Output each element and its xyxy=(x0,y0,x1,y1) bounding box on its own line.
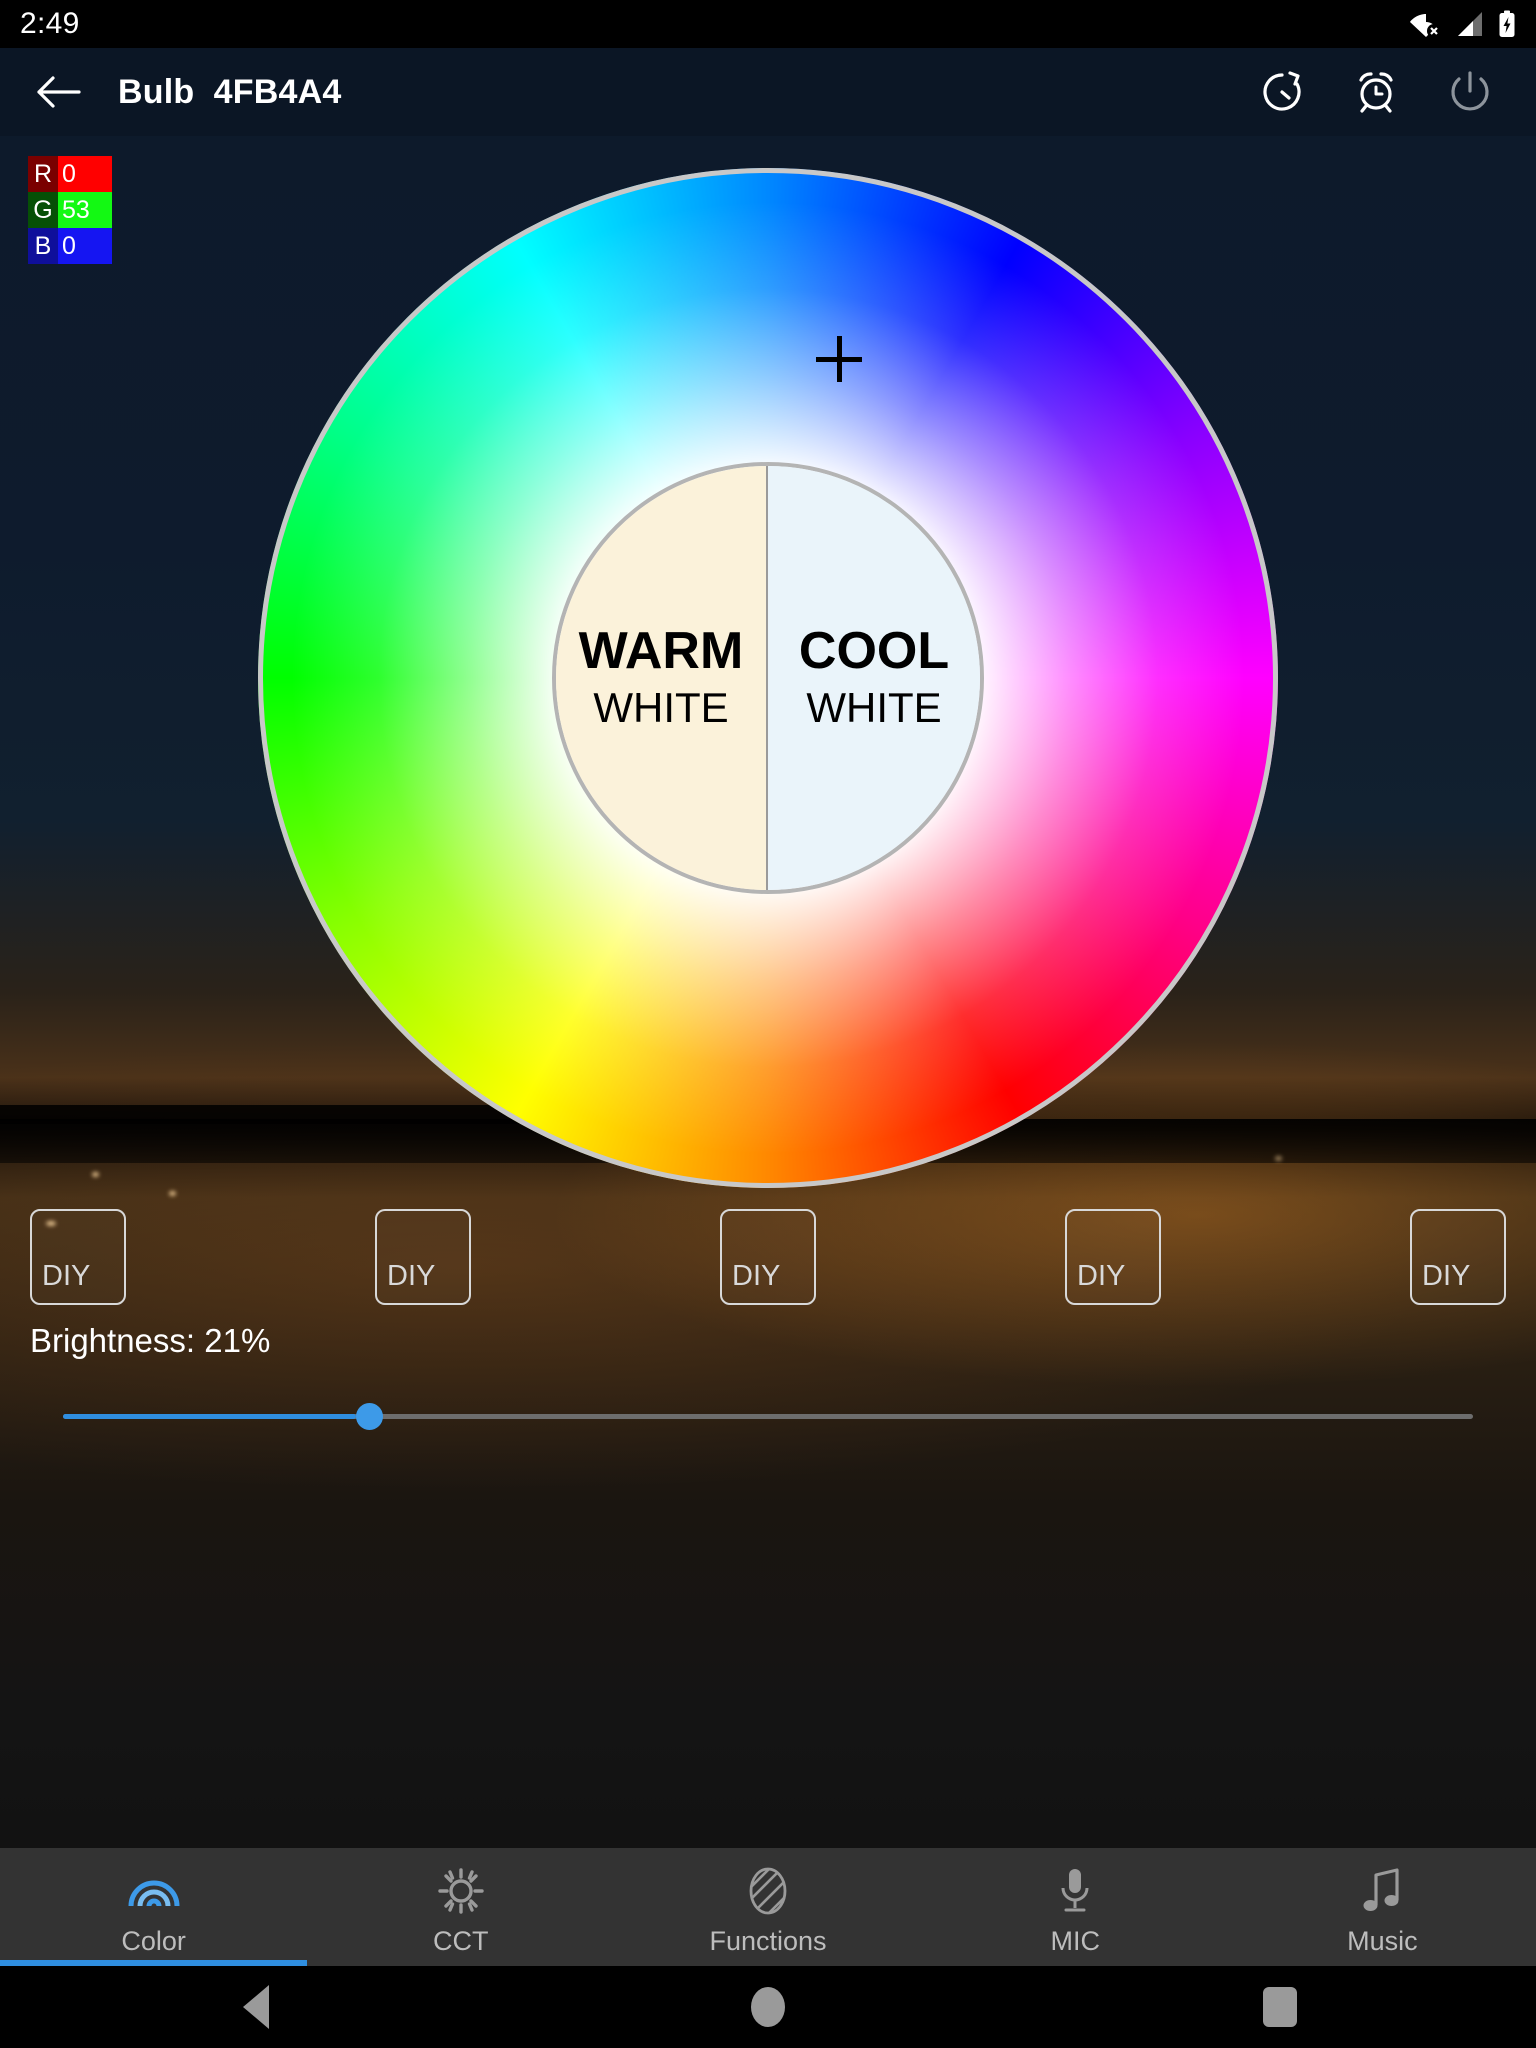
white-mode-selector: WARM WHITE COOL WHITE xyxy=(552,462,984,894)
warm-white-subtitle: WHITE xyxy=(593,684,729,732)
rgb-row-green: G 53 xyxy=(28,192,112,228)
music-note-icon xyxy=(1361,1864,1403,1918)
hatched-oval-icon xyxy=(748,1864,788,1918)
tab-music[interactable]: Music xyxy=(1229,1848,1536,1966)
tab-cct[interactable]: CCT xyxy=(307,1848,614,1966)
android-nav-bar xyxy=(0,1966,1536,2048)
brightness-control: Brightness: 21% xyxy=(0,1322,1536,1436)
tab-music-label: Music xyxy=(1347,1925,1418,1956)
diy-button-4[interactable]: DIY xyxy=(1065,1209,1161,1305)
android-recents-button[interactable] xyxy=(1220,1966,1340,2048)
rgb-value-red: 0 xyxy=(58,156,112,192)
diy-button-1[interactable]: DIY xyxy=(30,1209,126,1305)
background-light xyxy=(168,1190,176,1196)
rgb-key-blue: B xyxy=(28,228,58,264)
android-back-button[interactable] xyxy=(196,1966,316,2048)
bottom-tab-bar: Color CCT Functions MIC Music xyxy=(0,1848,1536,1966)
alarm-button[interactable] xyxy=(1344,60,1408,124)
brightness-label: Brightness: 21% xyxy=(30,1322,271,1359)
tab-mic[interactable]: MIC xyxy=(922,1848,1229,1966)
brightness-slider-thumb[interactable] xyxy=(356,1403,383,1430)
tab-mic-label: MIC xyxy=(1050,1925,1100,1956)
timer-button[interactable] xyxy=(1250,60,1314,124)
tab-functions-label: Functions xyxy=(709,1925,827,1956)
android-back-icon xyxy=(243,1985,269,2029)
battery-charging-icon xyxy=(1499,10,1515,37)
page-title: Bulb 4FB4A4 xyxy=(118,72,342,111)
arrow-left-icon xyxy=(37,76,81,108)
background-light xyxy=(92,1171,100,1177)
diy-button-2[interactable]: DIY xyxy=(375,1209,471,1305)
color-wheel[interactable]: WARM WHITE COOL WHITE xyxy=(258,168,1278,1188)
rgb-row-red: R 0 xyxy=(28,156,112,192)
rainbow-icon xyxy=(127,1864,181,1918)
diy-preset-row: DIY DIY DIY DIY DIY xyxy=(0,1202,1536,1312)
diy-button-5[interactable]: DIY xyxy=(1410,1209,1506,1305)
tab-functions[interactable]: Functions xyxy=(614,1848,921,1966)
power-button[interactable] xyxy=(1438,60,1502,124)
tab-color-label: Color xyxy=(121,1925,186,1956)
sun-icon xyxy=(438,1864,484,1918)
rgb-readout: R 0 G 53 B 0 xyxy=(28,156,112,264)
brightness-slider-fill xyxy=(63,1414,356,1419)
status-bar: 2:49 xyxy=(0,0,1536,48)
main-stage: R 0 G 53 B 0 WARM WHITE COOL WHITE DIY D… xyxy=(0,136,1536,1848)
rgb-row-blue: B 0 xyxy=(28,228,112,264)
android-home-icon xyxy=(751,1987,785,2027)
alarm-icon xyxy=(1359,72,1393,113)
status-clock: 2:49 xyxy=(20,7,80,40)
brightness-slider[interactable] xyxy=(0,1396,1536,1436)
app-bar: Bulb 4FB4A4 xyxy=(0,48,1536,136)
power-icon xyxy=(1451,71,1489,111)
back-button[interactable] xyxy=(22,56,94,128)
cool-white-subtitle: WHITE xyxy=(806,684,942,732)
warm-white-title: WARM xyxy=(578,621,744,680)
microphone-icon xyxy=(1058,1864,1092,1918)
rgb-key-red: R xyxy=(28,156,58,192)
rgb-value-green: 53 xyxy=(58,192,112,228)
app-bar-actions xyxy=(1250,60,1514,124)
android-recents-icon xyxy=(1263,1987,1297,2027)
wifi-no-internet-icon xyxy=(1410,14,1441,37)
android-home-button[interactable] xyxy=(708,1966,828,2048)
cool-white-title: COOL xyxy=(798,621,950,680)
diy-button-3[interactable]: DIY xyxy=(720,1209,816,1305)
rgb-value-blue: 0 xyxy=(58,228,112,264)
cellular-signal-icon xyxy=(1458,12,1482,36)
tab-cct-label: CCT xyxy=(433,1925,489,1956)
status-icons xyxy=(1410,10,1516,38)
color-picker-crosshair[interactable] xyxy=(816,336,862,382)
timer-icon xyxy=(1263,71,1301,111)
rgb-key-green: G xyxy=(28,192,58,228)
tab-color[interactable]: Color xyxy=(0,1848,308,1966)
